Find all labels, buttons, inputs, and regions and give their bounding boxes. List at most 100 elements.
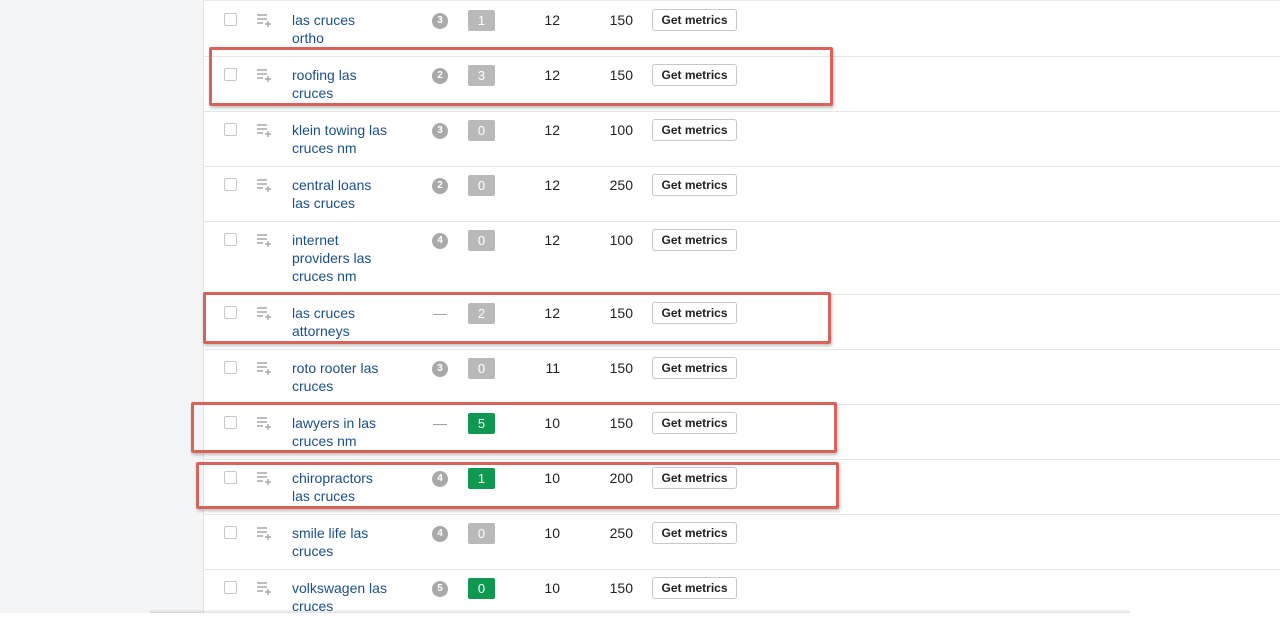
keyword-link[interactable]: internet providers las cruces nm (292, 231, 412, 285)
intent-badge: 4 (432, 526, 448, 542)
row-checkbox[interactable] (224, 123, 237, 136)
table-row: internet providers las cruces nm 4 0 12 10… (204, 221, 1280, 295)
keyword-link[interactable]: chiropractors las cruces (292, 469, 412, 505)
row-checkbox[interactable] (224, 526, 237, 539)
intent-badge: 4 (432, 233, 448, 249)
keyword-link[interactable]: las cruces attorneys (292, 304, 412, 340)
intent-badge: — (433, 415, 447, 431)
intent-badge: 5 (432, 581, 448, 597)
kd-badge: 1 (468, 468, 495, 489)
table-row: klein towing las cruces nm 3 0 12 100 Get… (204, 111, 1280, 167)
keyword-link[interactable]: roto rooter las cruces (292, 359, 412, 395)
cpc-value: 100 (609, 122, 633, 138)
kd-badge: 0 (468, 230, 495, 251)
volume-value: 10 (544, 415, 560, 431)
kd-badge: 2 (468, 303, 495, 324)
row-checkbox[interactable] (224, 361, 237, 374)
row-checkbox[interactable] (224, 233, 237, 246)
get-metrics-button[interactable]: Get metrics (652, 119, 737, 141)
get-metrics-button[interactable]: Get metrics (652, 174, 737, 196)
intent-badge: 3 (432, 361, 448, 377)
table-row: central loans las cruces 2 0 12 250 Get m… (204, 166, 1280, 222)
keyword-link[interactable]: lawyers in las cruces nm (292, 414, 412, 450)
cpc-value: 150 (609, 305, 633, 321)
cpc-value: 100 (609, 232, 633, 248)
row-checkbox[interactable] (224, 416, 237, 429)
keyword-link[interactable]: central loans las cruces (292, 176, 412, 212)
row-checkbox[interactable] (224, 13, 237, 26)
keyword-link[interactable]: roofing las cruces (292, 66, 412, 102)
intent-badge: 2 (432, 178, 448, 194)
keyword-link[interactable]: smile life las cruces (292, 524, 412, 560)
volume-value: 10 (544, 580, 560, 596)
get-metrics-button[interactable]: Get metrics (652, 302, 737, 324)
get-metrics-button[interactable]: Get metrics (652, 64, 737, 86)
kd-badge: 1 (468, 10, 495, 31)
table-row: roto rooter las cruces 3 0 11 150 Get met… (204, 349, 1280, 405)
table-row: las cruces attorneys — 2 12 150 Get metri… (204, 294, 1280, 350)
get-metrics-button[interactable]: Get metrics (652, 577, 737, 599)
cpc-value: 150 (609, 12, 633, 28)
row-checkbox[interactable] (224, 306, 237, 319)
kd-badge: 0 (468, 175, 495, 196)
volume-value: 12 (544, 177, 560, 193)
cpc-value: 150 (609, 580, 633, 596)
keyword-link[interactable]: las cruces ortho (292, 11, 412, 47)
volume-value: 12 (544, 67, 560, 83)
kd-badge: 5 (468, 413, 495, 434)
add-to-list-icon[interactable] (256, 123, 272, 137)
intent-badge: 2 (432, 68, 448, 84)
add-to-list-icon[interactable] (256, 361, 272, 375)
volume-value: 12 (544, 122, 560, 138)
table-row: lawyers in las cruces nm — 5 10 150 Get m… (204, 404, 1280, 460)
table-row: las cruces ortho 3 1 12 150 Get metrics (204, 1, 1280, 57)
cpc-value: 150 (609, 360, 633, 376)
left-sidebar (0, 0, 204, 613)
get-metrics-button[interactable]: Get metrics (652, 357, 737, 379)
cpc-value: 250 (609, 177, 633, 193)
cpc-value: 150 (609, 67, 633, 83)
kd-badge: 0 (468, 523, 495, 544)
add-to-list-icon[interactable] (256, 471, 272, 485)
keyword-table: las cruces ortho 3 1 12 150 Get metrics r… (204, 0, 1280, 614)
intent-badge: 4 (432, 471, 448, 487)
table-row: roofing las cruces 2 3 12 150 Get metrics (204, 56, 1280, 112)
row-checkbox[interactable] (224, 68, 237, 81)
get-metrics-button[interactable]: Get metrics (652, 9, 737, 31)
add-to-list-icon[interactable] (256, 233, 272, 247)
add-to-list-icon[interactable] (256, 306, 272, 320)
cpc-value: 150 (609, 415, 633, 431)
volume-value: 11 (545, 360, 560, 376)
cpc-value: 250 (609, 525, 633, 541)
intent-badge: 3 (432, 13, 448, 29)
get-metrics-button[interactable]: Get metrics (652, 522, 737, 544)
row-checkbox[interactable] (224, 471, 237, 484)
volume-value: 12 (544, 12, 560, 28)
table-row: volkswagen las cruces 5 0 10 150 Get metr… (204, 569, 1280, 624)
get-metrics-button[interactable]: Get metrics (652, 412, 737, 434)
table-row: chiropractors las cruces 4 1 10 200 Get m… (204, 459, 1280, 515)
kd-badge: 0 (468, 358, 495, 379)
add-to-list-icon[interactable] (256, 178, 272, 192)
get-metrics-button[interactable]: Get metrics (652, 467, 737, 489)
get-metrics-button[interactable]: Get metrics (652, 229, 737, 251)
add-to-list-icon[interactable] (256, 581, 272, 595)
add-to-list-icon[interactable] (256, 68, 272, 82)
kd-badge: 0 (468, 578, 495, 599)
table-row: smile life las cruces 4 0 10 250 Get metr… (204, 514, 1280, 570)
intent-badge: — (433, 305, 447, 321)
bottom-shadow (150, 609, 1130, 613)
add-to-list-icon[interactable] (256, 13, 272, 27)
add-to-list-icon[interactable] (256, 416, 272, 430)
kd-badge: 0 (468, 120, 495, 141)
volume-value: 12 (544, 305, 560, 321)
volume-value: 10 (544, 525, 560, 541)
row-checkbox[interactable] (224, 581, 237, 594)
row-checkbox[interactable] (224, 178, 237, 191)
add-to-list-icon[interactable] (256, 526, 272, 540)
volume-value: 12 (544, 232, 560, 248)
intent-badge: 3 (432, 123, 448, 139)
kd-badge: 3 (468, 65, 495, 86)
cpc-value: 200 (609, 470, 633, 486)
keyword-link[interactable]: klein towing las cruces nm (292, 121, 412, 157)
